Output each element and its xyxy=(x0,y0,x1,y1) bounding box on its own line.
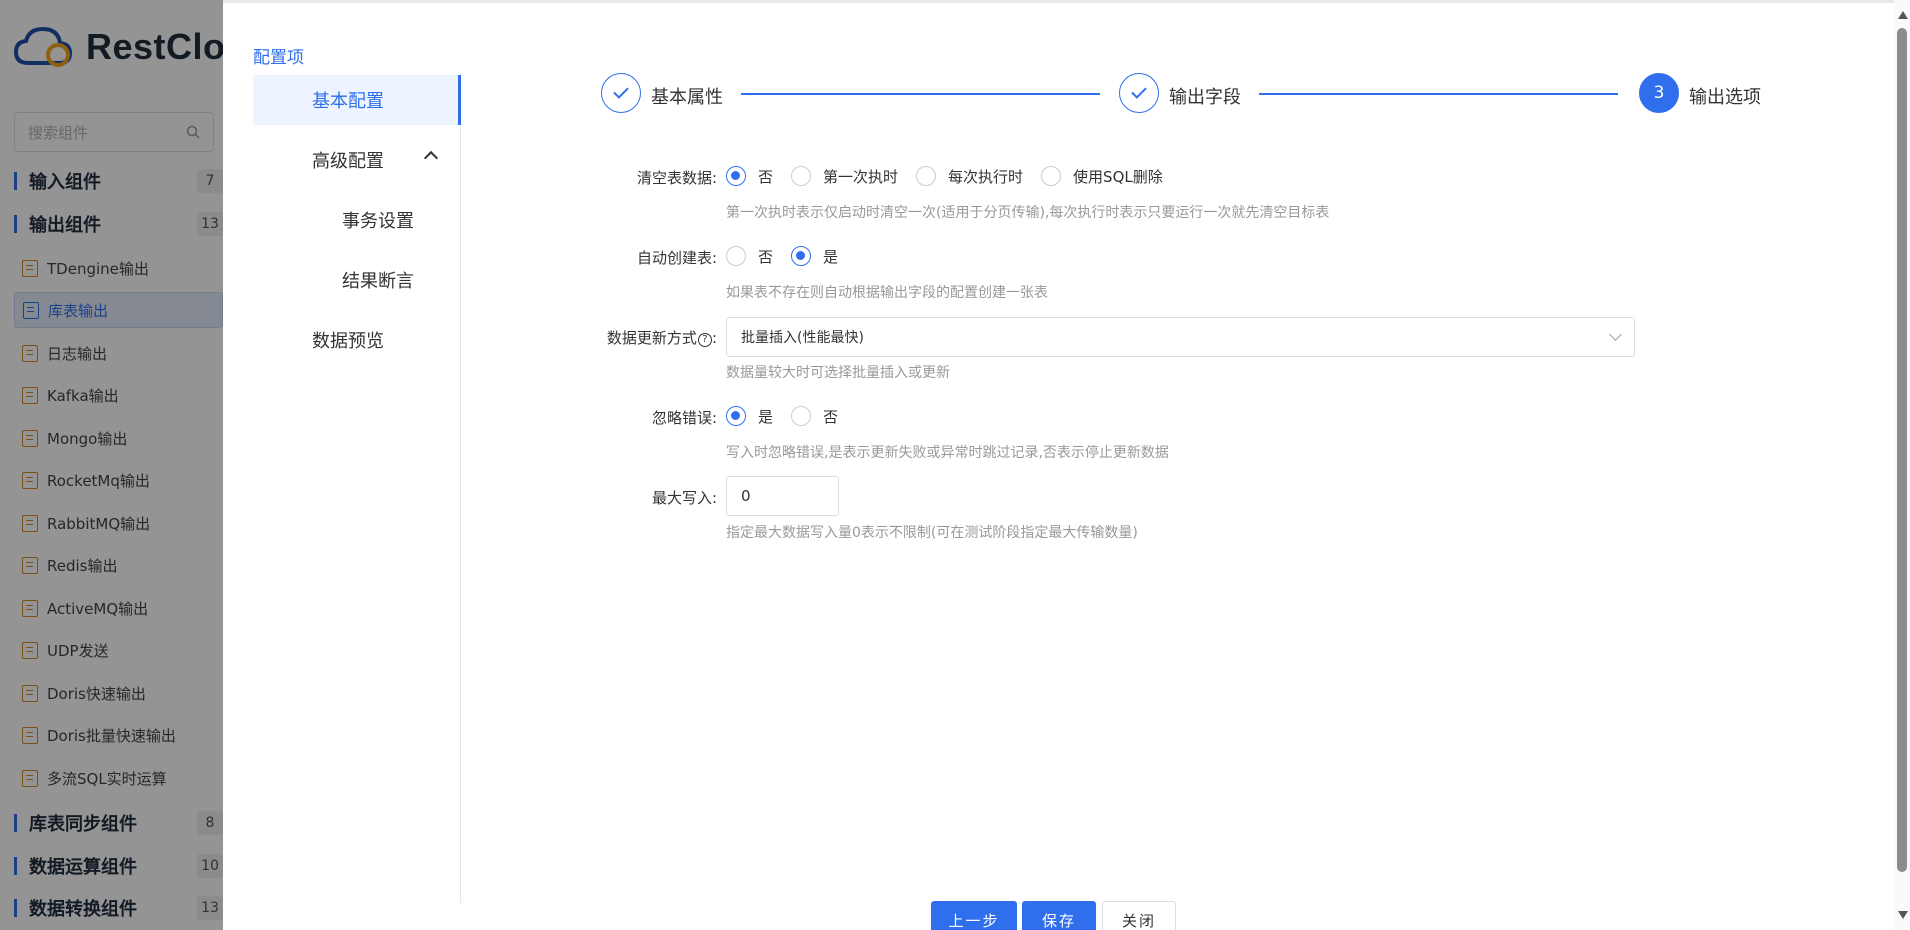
radio-unchecked xyxy=(791,166,812,186)
menu-label: 基本配置 xyxy=(312,91,384,112)
radio-label: 是 xyxy=(758,407,774,426)
radio-label: 第一次执时 xyxy=(823,167,899,186)
config-title: 配置项 xyxy=(253,48,304,68)
clear-table-option-sql[interactable]: 使用SQL删除 xyxy=(1041,166,1163,187)
radio-label: 否 xyxy=(758,247,774,266)
radio-label: 是 xyxy=(823,247,839,266)
radio-unchecked xyxy=(1041,166,1062,186)
auto-create-option-yes[interactable]: 是 xyxy=(791,246,838,267)
menu-label: 结果断言 xyxy=(342,271,414,292)
radio-label: 否 xyxy=(758,167,774,186)
auto-create-radio-group: 否 是 xyxy=(726,246,856,266)
step-3-number: 3 xyxy=(1639,73,1679,113)
menu-item-preview[interactable]: 数据预览 xyxy=(253,315,461,365)
clear-table-hint: 第一次执时表示仅启动时清空一次(适用于分页传输),每次执行时表示只要运行一次就先… xyxy=(726,205,1330,221)
clear-table-radio-group: 否 第一次执时 每次执行时 使用SQL删除 xyxy=(726,166,1181,186)
scrollbar[interactable] xyxy=(1894,0,1910,930)
step-1-label: 基本属性 xyxy=(651,87,723,108)
check-icon xyxy=(613,83,629,99)
close-button[interactable]: 关闭 xyxy=(1102,901,1176,930)
radio-checked xyxy=(726,406,746,426)
config-drawer: 配置项 基本配置 高级配置 事务设置 结果断言 数据预览 基本属性 输出字段 3… xyxy=(223,0,1910,930)
radio-checked xyxy=(791,246,812,266)
clear-table-option-each[interactable]: 每次执行时 xyxy=(916,166,1023,187)
auto-create-option-no[interactable]: 否 xyxy=(726,246,773,267)
clear-table-label: 清空表数据: xyxy=(636,169,717,187)
max-write-input[interactable] xyxy=(726,476,839,516)
menu-item-basic[interactable]: 基本配置 xyxy=(253,75,461,125)
menu-item-transaction[interactable]: 事务设置 xyxy=(253,195,461,245)
clear-table-option-no[interactable]: 否 xyxy=(726,166,773,187)
update-mode-label: 数据更新方式?: xyxy=(517,327,717,348)
update-mode-hint: 数据量较大时可选择批量插入或更新 xyxy=(726,365,950,381)
max-write-hint: 指定最大数据写入量0表示不限制(可在测试阶段指定最大传输数量) xyxy=(726,525,1138,541)
scroll-down-arrow-icon[interactable] xyxy=(1898,911,1908,919)
menu-item-advanced[interactable]: 高级配置 xyxy=(253,135,461,185)
check-icon xyxy=(1131,83,1147,99)
ignore-error-option-yes[interactable]: 是 xyxy=(726,406,773,427)
step-3-label: 输出选项 xyxy=(1689,87,1761,108)
auto-create-hint: 如果表不存在则自动根据输出字段的配置创建一张表 xyxy=(726,285,1048,301)
radio-label: 否 xyxy=(823,407,839,426)
update-mode-select[interactable]: 批量插入(性能最快) xyxy=(726,317,1635,357)
update-mode-label-text: 数据更新方式 xyxy=(606,329,697,347)
auto-create-label: 自动创建表: xyxy=(636,249,717,267)
menu-item-assertion[interactable]: 结果断言 xyxy=(253,255,461,305)
clear-table-option-first[interactable]: 第一次执时 xyxy=(791,166,898,187)
update-mode-value: 批量插入(性能最快) xyxy=(741,330,864,346)
step-connector xyxy=(1259,93,1618,95)
step-1-check-icon xyxy=(601,73,641,113)
scroll-up-arrow-icon[interactable] xyxy=(1898,11,1908,19)
ignore-error-radio-group: 是 否 xyxy=(726,406,856,426)
prev-step-button[interactable]: 上一步 xyxy=(931,901,1017,930)
menu-label: 高级配置 xyxy=(312,151,384,172)
config-menu: 基本配置 高级配置 事务设置 结果断言 数据预览 xyxy=(253,73,461,903)
menu-label: 数据预览 xyxy=(312,331,384,352)
radio-unchecked xyxy=(791,406,812,426)
radio-unchecked xyxy=(726,246,746,266)
radio-label: 每次执行时 xyxy=(948,167,1024,186)
scroll-thumb[interactable] xyxy=(1897,28,1907,872)
save-button[interactable]: 保存 xyxy=(1022,901,1096,930)
modal-overlay[interactable] xyxy=(0,0,223,930)
chevron-up-icon xyxy=(423,150,439,166)
ignore-error-hint: 写入时忽略错误,是表示更新失败或异常时跳过记录,否表示停止更新数据 xyxy=(726,445,1169,461)
radio-unchecked xyxy=(916,166,937,186)
radio-checked xyxy=(726,166,746,186)
label-colon: : xyxy=(711,329,717,347)
step-2-check-icon xyxy=(1119,73,1159,113)
help-icon[interactable]: ? xyxy=(697,333,712,347)
ignore-error-option-no[interactable]: 否 xyxy=(791,406,838,427)
step-2-label: 输出字段 xyxy=(1169,87,1241,108)
max-write-label: 最大写入: xyxy=(651,489,717,507)
ignore-error-label: 忽略错误: xyxy=(651,409,717,427)
radio-label: 使用SQL删除 xyxy=(1073,167,1163,186)
chevron-down-icon xyxy=(1609,328,1622,341)
menu-label: 事务设置 xyxy=(342,211,414,232)
step-connector xyxy=(741,93,1100,95)
